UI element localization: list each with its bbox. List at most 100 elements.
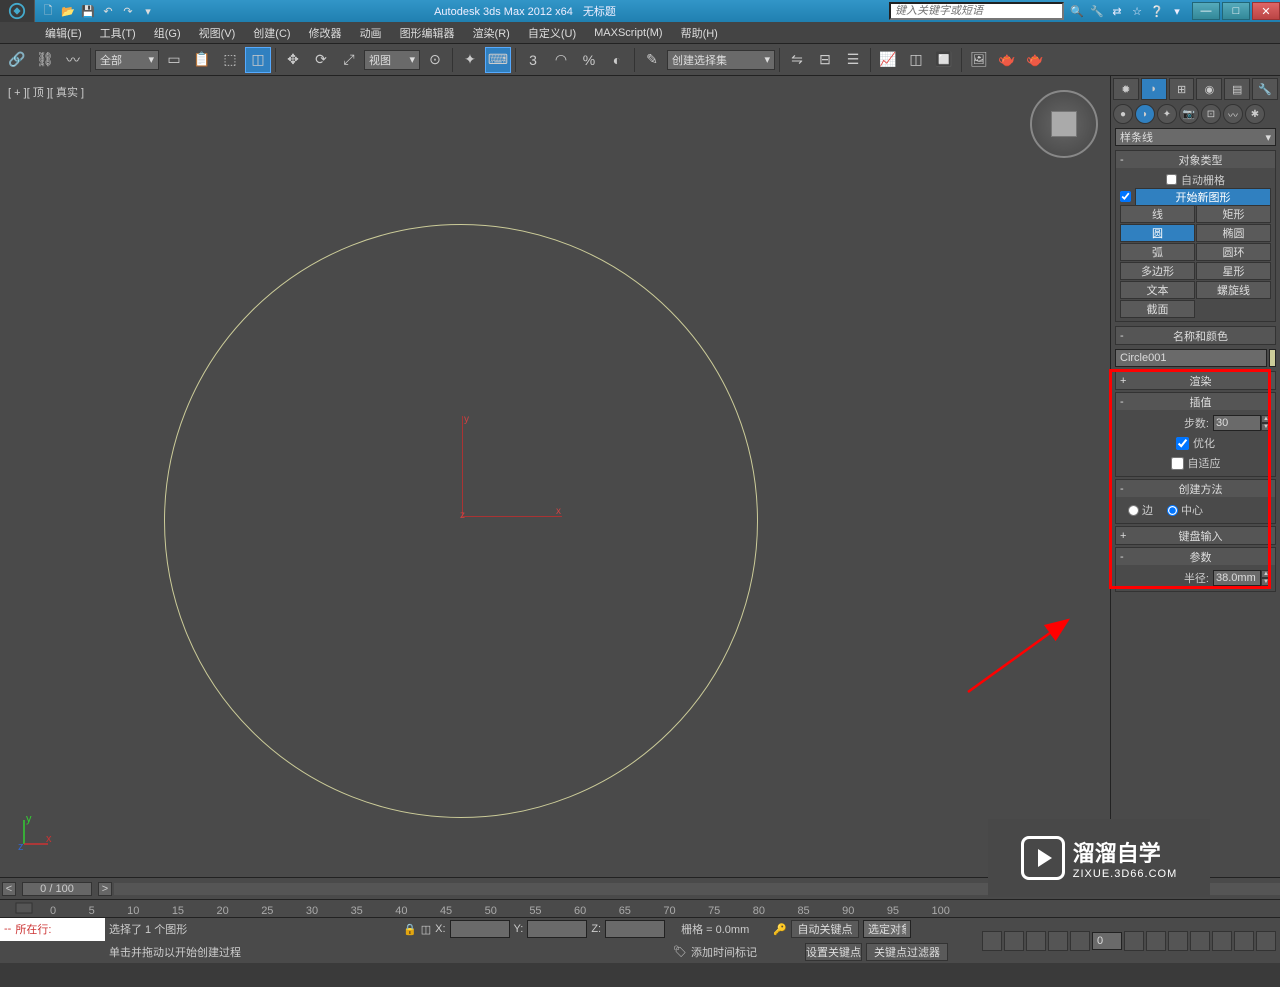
scale-icon[interactable]: ⤢	[336, 47, 362, 73]
viewport[interactable]: [ + ][ 顶 ][ 真实 ] y x z y x z	[0, 76, 1110, 877]
menu-modifiers[interactable]: 修改器	[309, 25, 342, 41]
steps-input[interactable]	[1213, 415, 1261, 431]
minimize-button[interactable]: —	[1192, 2, 1220, 20]
sub-geometry[interactable]: ●	[1113, 104, 1133, 124]
nav-zoom-icon[interactable]	[1168, 931, 1188, 951]
rollout-head-object-type[interactable]: -对象类型	[1116, 151, 1275, 168]
btn-star[interactable]: 星形	[1196, 262, 1271, 280]
auto-grid-checkbox[interactable]	[1166, 174, 1177, 185]
time-config-icon[interactable]	[1124, 931, 1144, 951]
named-sel-combo[interactable]: 创建选择集▾	[667, 50, 775, 70]
menu-rendering[interactable]: 渲染(R)	[473, 25, 510, 41]
radius-input[interactable]	[1213, 570, 1261, 586]
layers-icon[interactable]: ☰	[840, 47, 866, 73]
app-logo[interactable]	[0, 0, 35, 22]
prev-frame-icon[interactable]	[1004, 931, 1024, 951]
tab-utilities[interactable]: 🔧	[1252, 78, 1278, 100]
add-time-tag[interactable]: 添加时间标记	[691, 944, 757, 960]
chevron-down-icon[interactable]: ▾	[1168, 2, 1186, 20]
star-icon[interactable]: ☆	[1128, 2, 1146, 20]
time-ruler[interactable]: 0510 152025 303540 455055 606570 758085 …	[0, 899, 1280, 917]
optimize-checkbox[interactable]	[1176, 437, 1189, 450]
open-icon[interactable]: 📂	[59, 2, 77, 20]
btn-line[interactable]: 线	[1120, 205, 1195, 223]
menu-group[interactable]: 组(G)	[154, 25, 181, 41]
z-input[interactable]	[605, 920, 665, 938]
search-icon[interactable]: 🔍	[1068, 2, 1086, 20]
menu-animation[interactable]: 动画	[360, 25, 382, 41]
menu-graph-editors[interactable]: 图形编辑器	[400, 25, 455, 41]
sub-spacewarps[interactable]: 〰	[1223, 104, 1243, 124]
viewcube[interactable]	[1030, 90, 1098, 158]
undo-icon[interactable]: ↶	[99, 2, 117, 20]
rollout-head-rendering[interactable]: +渲染	[1116, 372, 1275, 389]
material-icon[interactable]: 🔲	[931, 47, 957, 73]
circle-object[interactable]	[164, 224, 758, 818]
selection-filter-combo[interactable]: 全部▾	[95, 50, 159, 70]
menu-edit[interactable]: 编辑(E)	[45, 25, 82, 41]
start-new-shape-checkbox[interactable]	[1120, 191, 1131, 202]
render-frame-icon[interactable]: 🫖	[994, 47, 1020, 73]
btn-ellipse[interactable]: 椭圆	[1196, 224, 1271, 242]
render-setup-icon[interactable]: 🖼	[966, 47, 992, 73]
spinner-snap-icon[interactable]: ◐	[604, 47, 630, 73]
sub-systems[interactable]: ✱	[1245, 104, 1265, 124]
tab-hierarchy[interactable]: ⊞	[1169, 78, 1195, 100]
align-icon[interactable]: ⊟	[812, 47, 838, 73]
tab-motion[interactable]: ◉	[1196, 78, 1222, 100]
steps-up[interactable]: ▲	[1261, 415, 1271, 423]
steps-down[interactable]: ▼	[1261, 423, 1271, 431]
sel-obj-combo[interactable]	[863, 920, 911, 938]
close-button[interactable]: ✕	[1252, 2, 1280, 20]
bind-icon[interactable]: 〰	[60, 47, 86, 73]
new-icon[interactable]: 🗋	[39, 2, 57, 20]
help-search-input[interactable]	[889, 2, 1064, 20]
key-icon[interactable]: 🔧	[1088, 2, 1106, 20]
category-dropdown[interactable]: 样条线▾	[1115, 128, 1276, 146]
snap-toggle-icon[interactable]: 3	[520, 47, 546, 73]
nav-max-icon[interactable]	[1256, 931, 1276, 951]
link-icon[interactable]: 🔗	[4, 47, 30, 73]
menu-maxscript[interactable]: MAXScript(M)	[594, 27, 662, 39]
mirror-icon[interactable]: ⇋	[784, 47, 810, 73]
menu-help[interactable]: 帮助(H)	[681, 25, 718, 41]
rotate-icon[interactable]: ⟳	[308, 47, 334, 73]
redo-icon[interactable]: ↷	[119, 2, 137, 20]
set-key-button[interactable]: 设置关键点	[805, 943, 862, 961]
select-by-name-icon[interactable]: 📋	[189, 47, 215, 73]
window-crossing-icon[interactable]: ◫	[245, 47, 271, 73]
current-frame-input[interactable]	[1092, 932, 1122, 950]
x-input[interactable]	[450, 920, 510, 938]
sub-cameras[interactable]: 📷	[1179, 104, 1199, 124]
maximize-button[interactable]: □	[1222, 2, 1250, 20]
radio-center[interactable]	[1167, 505, 1178, 516]
named-sel-icon[interactable]: ✎	[639, 47, 665, 73]
radius-down[interactable]: ▼	[1261, 578, 1271, 586]
ref-coord-combo[interactable]: 视图▾	[364, 50, 420, 70]
schematic-icon[interactable]: ◫	[903, 47, 929, 73]
exchange-icon[interactable]: ⇄	[1108, 2, 1126, 20]
viewport-label[interactable]: [ + ][ 顶 ][ 真实 ]	[8, 84, 84, 100]
nav-fov-icon[interactable]	[1212, 931, 1232, 951]
angle-snap-icon[interactable]: ◠	[548, 47, 574, 73]
btn-arc[interactable]: 弧	[1120, 243, 1195, 261]
manipulate-icon[interactable]: ✦	[457, 47, 483, 73]
help-icon[interactable]: ❔	[1148, 2, 1166, 20]
select-region-icon[interactable]: ⬚	[217, 47, 243, 73]
rollout-head-creation-method[interactable]: -创建方法	[1116, 480, 1275, 497]
object-color-swatch[interactable]	[1269, 349, 1276, 367]
nav-orbit-icon[interactable]	[1234, 931, 1254, 951]
btn-donut[interactable]: 圆环	[1196, 243, 1271, 261]
key-filter-button[interactable]: 关键点过滤器	[866, 943, 948, 961]
select-icon[interactable]: ▭	[161, 47, 187, 73]
goto-start-icon[interactable]	[982, 931, 1002, 951]
btn-circle[interactable]: 圆	[1120, 224, 1195, 242]
time-next[interactable]: >	[98, 882, 112, 896]
tab-display[interactable]: ▤	[1224, 78, 1250, 100]
tab-create[interactable]: ✹	[1113, 78, 1139, 100]
rollout-head-name-color[interactable]: -名称和颜色	[1116, 327, 1275, 344]
adaptive-checkbox[interactable]	[1171, 457, 1184, 470]
auto-key-button[interactable]: 自动关键点	[791, 920, 859, 938]
btn-text[interactable]: 文本	[1120, 281, 1195, 299]
curve-editor-icon[interactable]: 📈	[875, 47, 901, 73]
